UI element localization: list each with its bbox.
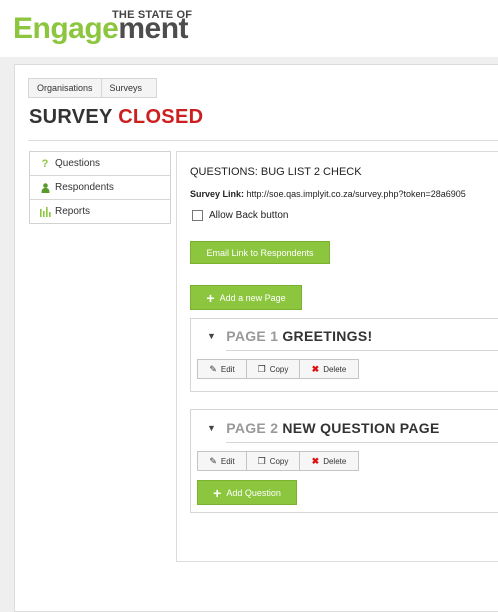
- breadcrumb: Organisations Surveys: [28, 78, 158, 98]
- question-icon: ?: [41, 157, 49, 170]
- pencil-icon: ✎: [209, 363, 217, 374]
- page-title-1[interactable]: ▼ PAGE 1 GREETINGS!: [207, 328, 372, 344]
- sidebar-item-label: Reports: [55, 206, 91, 217]
- add-page-button-label: Add a new Page: [219, 292, 286, 303]
- copy-button[interactable]: ❐ Copy: [247, 452, 300, 470]
- copy-label: Copy: [269, 456, 289, 466]
- page-name: GREETINGS!: [282, 328, 373, 344]
- collapse-icon[interactable]: ▼: [207, 423, 216, 433]
- sidebar: ? Questions Respondents Reports: [29, 151, 171, 224]
- copy-icon: ❐: [257, 455, 266, 466]
- page-number: PAGE 2: [226, 420, 279, 436]
- allow-back-label: Allow Back button: [209, 210, 289, 221]
- allow-back-checkbox[interactable]: [192, 210, 203, 221]
- email-link-button[interactable]: Email Link to Respondents: [190, 241, 330, 264]
- bar-chart-icon: [39, 206, 51, 217]
- tab-organisations[interactable]: Organisations: [29, 79, 102, 97]
- sidebar-item-reports[interactable]: Reports: [30, 200, 170, 223]
- edit-label: Edit: [220, 364, 235, 374]
- copy-label: Copy: [269, 364, 289, 374]
- edit-button[interactable]: ✎ Edit: [198, 360, 247, 378]
- close-icon: ✖: [311, 363, 320, 374]
- logo[interactable]: Engagement: [13, 12, 189, 45]
- questions-heading: QUESTIONS: BUG LIST 2 CHECK: [190, 166, 362, 178]
- delete-label: Delete: [323, 456, 347, 466]
- page-number: PAGE 1: [226, 328, 279, 344]
- page-title-2[interactable]: ▼ PAGE 2 NEW QUESTION PAGE: [207, 420, 440, 436]
- copy-icon: ❐: [257, 363, 266, 374]
- page-2-actions: ✎ Edit ❐ Copy ✖ Delete: [197, 451, 359, 471]
- sidebar-item-respondents[interactable]: Respondents: [30, 176, 170, 200]
- plus-icon: +: [206, 289, 215, 306]
- page-divider: [226, 442, 498, 443]
- logo-part-1: Engage: [13, 12, 119, 45]
- collapse-icon[interactable]: ▼: [207, 331, 216, 341]
- page-1-actions: ✎ Edit ❐ Copy ✖ Delete: [197, 359, 359, 379]
- person-icon: [39, 182, 51, 193]
- page-title-prefix: SURVEY: [29, 106, 113, 128]
- delete-button[interactable]: ✖ Delete: [300, 452, 358, 470]
- title-divider: [28, 140, 498, 141]
- header: THE STATE OF Engagement: [0, 0, 498, 57]
- page-title: SURVEY CLOSED: [29, 106, 203, 129]
- survey-status: CLOSED: [118, 106, 204, 128]
- delete-button[interactable]: ✖ Delete: [300, 360, 358, 378]
- edit-button[interactable]: ✎ Edit: [198, 452, 247, 470]
- delete-label: Delete: [323, 364, 347, 374]
- survey-link: Survey Link: http://soe.qas.implyit.co.z…: [190, 189, 466, 199]
- sidebar-item-questions[interactable]: ? Questions: [30, 152, 170, 176]
- email-link-button-label: Email Link to Respondents: [206, 247, 314, 258]
- close-icon: ✖: [311, 455, 320, 466]
- page-name: NEW QUESTION PAGE: [282, 420, 440, 436]
- page-divider: [226, 350, 498, 351]
- survey-link-label: Survey Link:: [190, 189, 245, 199]
- plus-icon: +: [213, 484, 222, 501]
- add-page-button[interactable]: + Add a new Page: [190, 285, 302, 310]
- edit-label: Edit: [220, 456, 235, 466]
- tab-surveys[interactable]: Surveys: [102, 79, 157, 97]
- copy-button[interactable]: ❐ Copy: [247, 360, 300, 378]
- add-question-button[interactable]: + Add Question: [197, 480, 297, 505]
- add-question-button-label: Add Question: [226, 487, 281, 498]
- pencil-icon: ✎: [209, 455, 217, 466]
- sidebar-item-label: Respondents: [55, 182, 114, 193]
- logo-part-2: ment: [118, 12, 189, 45]
- sidebar-item-label: Questions: [55, 158, 101, 169]
- survey-link-url[interactable]: http://soe.qas.implyit.co.za/survey.php?…: [247, 189, 466, 199]
- allow-back-option: Allow Back button: [192, 210, 289, 221]
